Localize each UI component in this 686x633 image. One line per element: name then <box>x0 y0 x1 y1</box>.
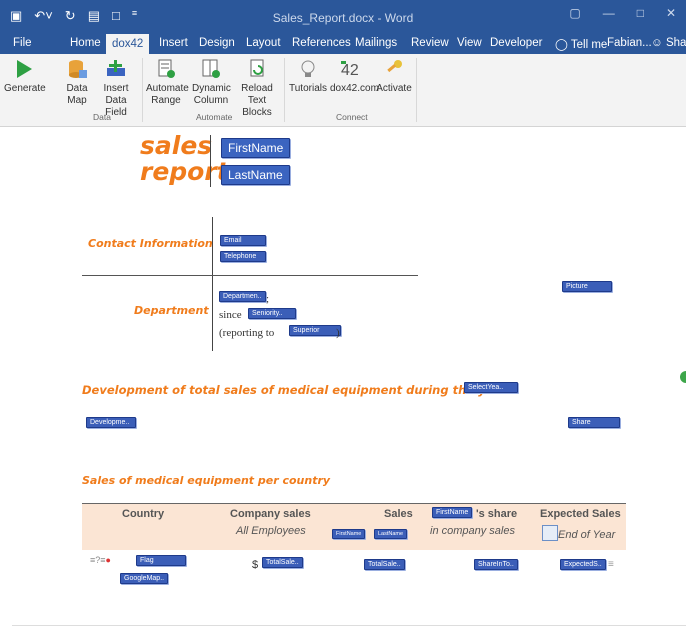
data-map-button[interactable]: Data Map <box>62 58 92 107</box>
tab-mailings[interactable]: Mailings <box>355 37 397 49</box>
tab-insert[interactable]: Insert <box>159 37 188 49</box>
ribbon: Generate Data Map Insert Data Field Data A… <box>0 54 686 127</box>
in-company-sales: in company sales <box>430 525 515 537</box>
department-field[interactable]: Departmen.. <box>219 291 266 302</box>
person-icon: ☺ <box>651 37 663 49</box>
reload-icon <box>250 59 264 77</box>
totalsales-field-2[interactable]: TotalSale.. <box>364 559 405 570</box>
reporting-to-text: (reporting to <box>219 327 275 339</box>
email-field[interactable]: Email <box>220 235 266 246</box>
dynamic-column-icon <box>202 59 220 78</box>
minimize-icon[interactable]: — <box>603 6 615 20</box>
dollar-sign: $ <box>252 559 259 571</box>
title-bar: ▣ ↶˅ ↻ ▤ □ ≡ Sales_Report.docx - Word ▢ … <box>0 0 686 34</box>
firstname-field[interactable]: FirstName <box>221 138 291 158</box>
superior-field[interactable]: Superior <box>289 325 341 336</box>
development-heading: Development of total sales of medical eq… <box>82 383 507 397</box>
select-year-field[interactable]: SelectYea.. <box>464 382 518 393</box>
chart-icon <box>542 525 558 541</box>
lastname-field[interactable]: LastName <box>221 165 290 185</box>
list-icon: ≡?≡● <box>90 555 111 565</box>
picture-field[interactable]: Picture <box>562 281 612 292</box>
ribbon-tabs: File Home dox42 Insert Design Layout Ref… <box>0 34 686 54</box>
end-of-year: End of Year <box>558 529 616 541</box>
insert-data-field-button[interactable]: Insert Data Field <box>94 58 138 119</box>
group-separator <box>284 58 285 122</box>
sales-lastname-field[interactable]: LastName <box>374 529 408 539</box>
reporting-close: ) <box>336 327 340 339</box>
col-sales: Sales <box>384 508 413 520</box>
key-icon <box>387 60 402 73</box>
tell-me-box[interactable]: ◯ Tell me <box>555 37 607 51</box>
group-separator <box>416 58 417 122</box>
expected-sales-field[interactable]: ExpectedS.. <box>560 559 606 570</box>
share-firstname-field[interactable]: FirstName <box>432 507 473 518</box>
development-field[interactable]: Developme.. <box>86 417 136 428</box>
contact-label: Contact Information <box>88 237 213 250</box>
department-label: Department <box>134 304 209 317</box>
telephone-field[interactable]: Telephone <box>220 251 266 262</box>
green-marker-icon <box>680 371 686 383</box>
close-icon[interactable]: ✕ <box>666 6 676 20</box>
share-field[interactable]: Share <box>568 417 620 428</box>
ribbon-display-icon[interactable]: ▢ <box>569 6 580 20</box>
since-text: since <box>219 309 242 321</box>
page-bottom-line <box>12 625 686 626</box>
tab-references[interactable]: References <box>292 37 351 49</box>
share-suffix: 's share <box>476 508 518 520</box>
totalsales-field[interactable]: TotalSale.. <box>262 557 303 568</box>
user-name[interactable]: Fabian... <box>607 37 652 49</box>
tab-developer[interactable]: Developer <box>490 37 542 49</box>
lightbulb-icon: ◯ <box>555 39 568 51</box>
group-separator <box>142 58 143 122</box>
insert-field-icon <box>107 60 125 76</box>
group-label-connect: Connect <box>336 112 368 122</box>
title-divider <box>210 135 211 187</box>
lightbulb-icon <box>301 60 315 77</box>
flag-field[interactable]: Flag <box>136 555 186 566</box>
automate-range-icon <box>158 59 175 78</box>
tab-dox42[interactable]: dox42 <box>106 34 150 54</box>
reload-text-blocks-button[interactable]: Reload Text Blocks <box>232 58 282 119</box>
group-label-automate: Automate <box>196 112 233 122</box>
automate-range-button[interactable]: Automate Range <box>146 58 189 107</box>
play-icon <box>17 60 32 78</box>
maximize-icon[interactable]: □ <box>637 6 644 20</box>
tab-review[interactable]: Review <box>411 37 449 49</box>
generate-button[interactable]: Generate <box>4 58 46 95</box>
col-company-sales: Company sales <box>230 508 311 520</box>
dynamic-column-button[interactable]: Dynamic Column <box>192 58 231 107</box>
sales-table: Country Company sales All Employees Sale… <box>82 503 626 593</box>
activate-button[interactable]: Activate <box>376 58 412 95</box>
dox42-com-button[interactable]: 42 dox42.com <box>330 58 379 95</box>
database-icon <box>69 60 87 78</box>
col-all-employees: All Employees <box>236 525 306 537</box>
group-label-data: Data <box>93 112 111 122</box>
seniority-field[interactable]: Seniority.. <box>248 308 296 319</box>
googlemap-field[interactable]: GoogleMap.. <box>120 573 169 584</box>
svg-text:42: 42 <box>341 62 359 79</box>
share-in-total-field[interactable]: ShareInTo.. <box>474 559 518 570</box>
tab-layout[interactable]: Layout <box>246 37 281 49</box>
tab-home[interactable]: Home <box>70 37 101 49</box>
sales-firstname-field[interactable]: FirstName <box>332 529 366 539</box>
list-icon: ≡ <box>608 559 614 570</box>
col-country: Country <box>122 508 165 520</box>
info-row-divider <box>82 275 418 276</box>
document-canvas: sales report FirstName LastName Contact … <box>0 127 686 633</box>
report-title: sales report <box>140 131 229 186</box>
tab-design[interactable]: Design <box>199 37 235 49</box>
tab-file[interactable]: File <box>13 37 32 49</box>
country-heading: Sales of medical equipment per country <box>82 474 331 487</box>
department-separator: ; <box>266 293 270 305</box>
share-button[interactable]: ☺ Share <box>651 37 686 49</box>
col-expected-sales: Expected Sales <box>540 508 621 520</box>
dox42-logo-icon: 42 <box>341 61 359 79</box>
tab-view[interactable]: View <box>457 37 482 49</box>
tutorials-button[interactable]: Tutorials <box>288 58 328 95</box>
